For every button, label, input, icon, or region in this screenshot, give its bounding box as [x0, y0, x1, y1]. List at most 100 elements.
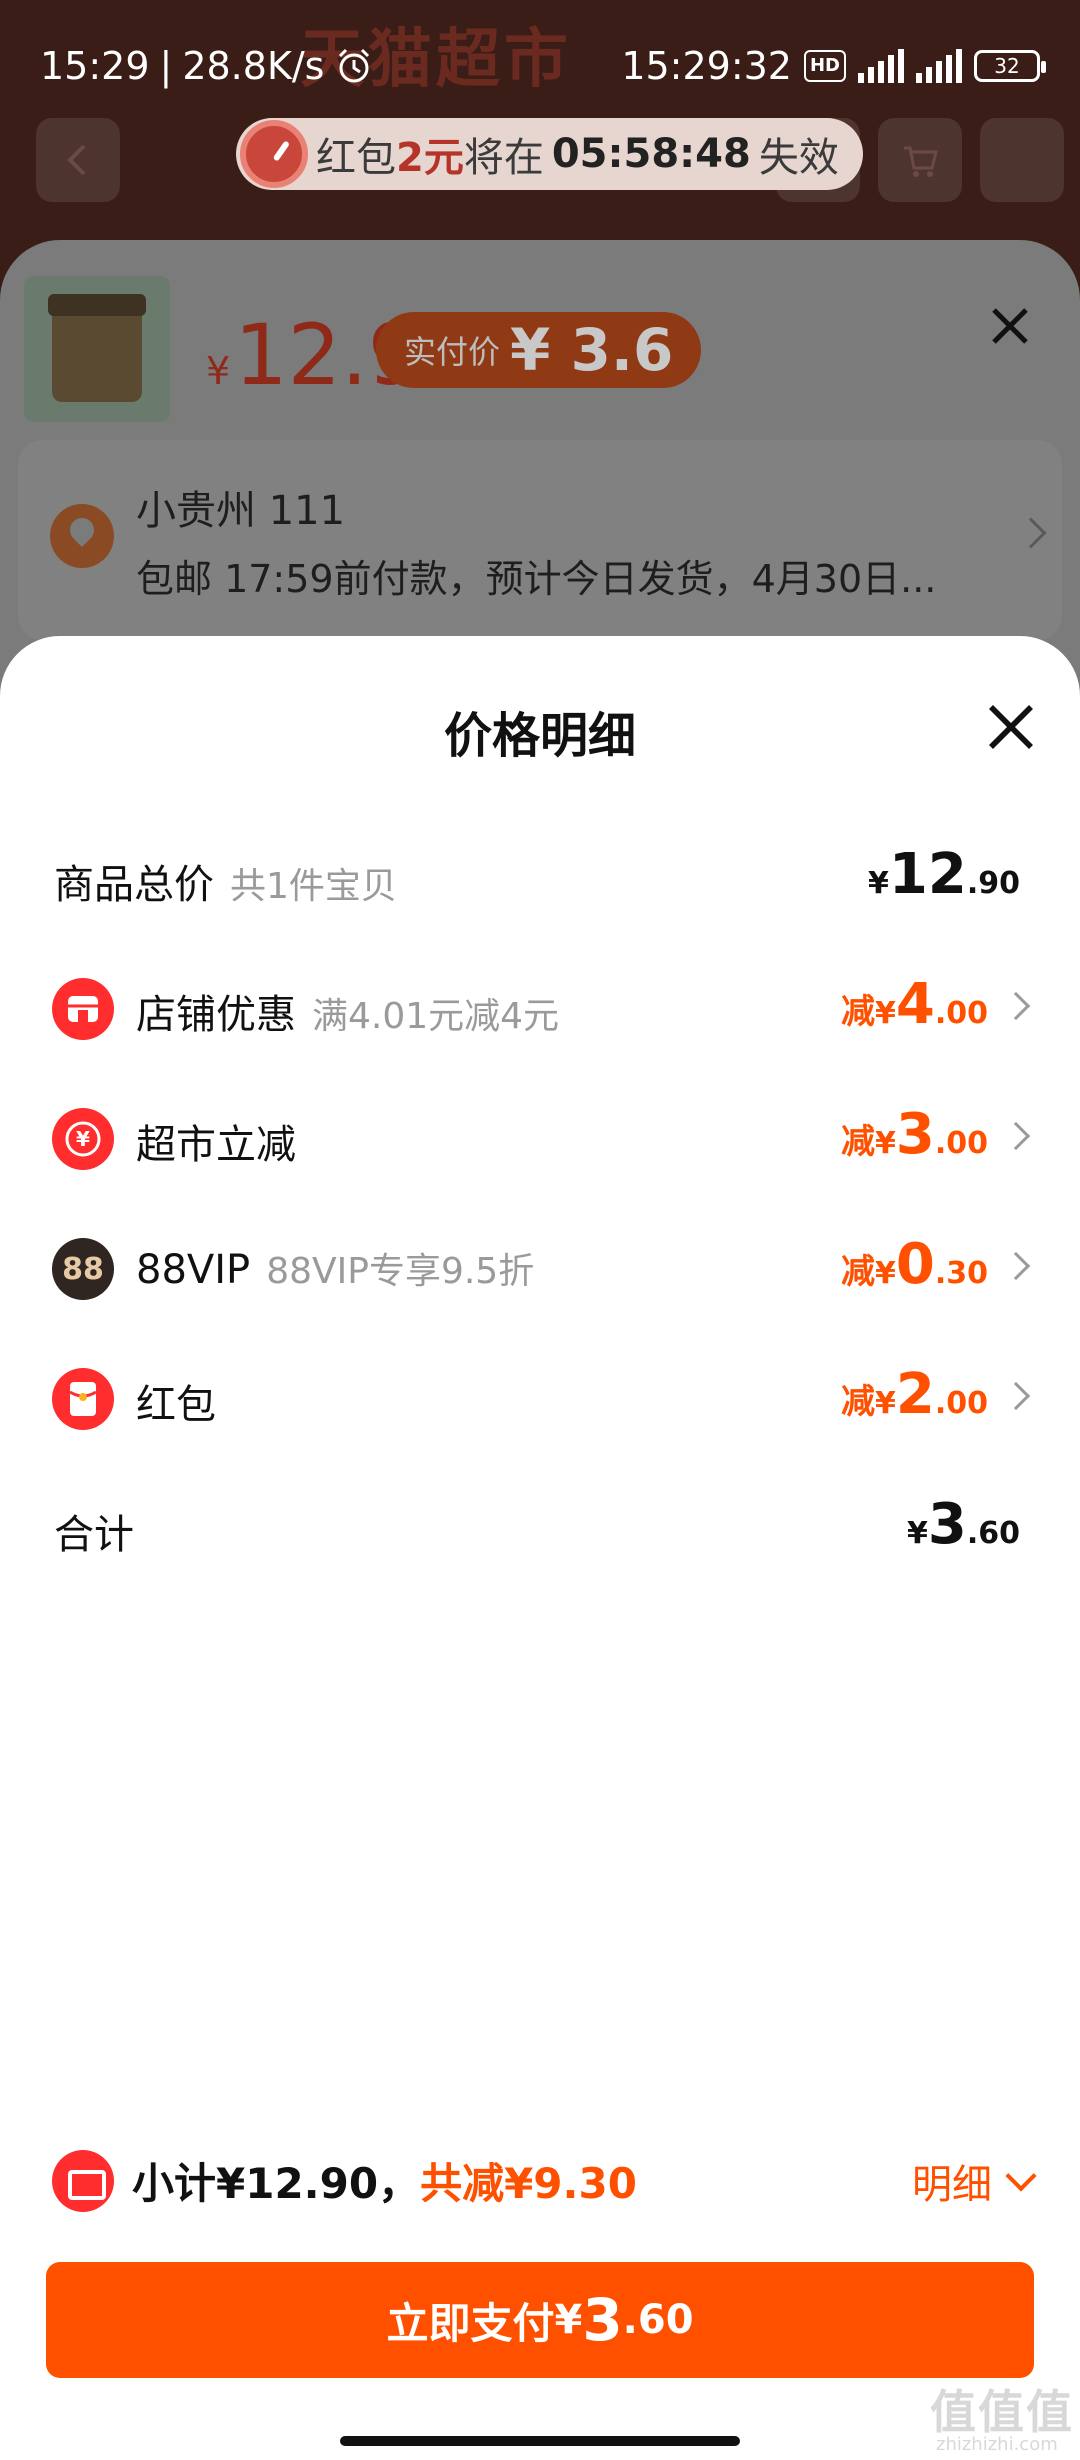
close-icon[interactable] [986, 702, 1036, 752]
row-label-text: 店铺优惠 [136, 992, 296, 1038]
sheet-title: 价格明细 [443, 708, 636, 764]
detail-toggle-button[interactable]: 明细 [912, 2152, 1037, 2210]
pay-button-dec: .60 [622, 2297, 694, 2343]
row-sub-text: 88VIP专享9.5折 [266, 1251, 535, 1292]
red-envelope-row[interactable]: 红包 减 ¥ 2 .00 [0, 1358, 1080, 1438]
product-jar-image [48, 294, 146, 402]
vip-discount-row[interactable]: 88 88VIP 88VIP专享9.5折 减 ¥ 0 .30 [0, 1228, 1080, 1308]
signal-2-icon [916, 49, 962, 83]
subtotal-bar: 小计¥12.90， 共减¥9.30 明细 [0, 2140, 1080, 2220]
product-thumbnail[interactable] [24, 276, 170, 422]
red-envelope-icon [52, 1368, 114, 1430]
back-button[interactable] [36, 118, 120, 202]
goods-total-row: 商品总价 共1件宝贝 ¥ 12 .90 [0, 838, 1080, 918]
vip-88-text: 88 [62, 1251, 104, 1287]
pay-button-label: 立即支付 [386, 2298, 555, 2348]
signal-icon [858, 49, 904, 83]
amount-int: 3 [895, 1102, 935, 1167]
pay-now-button[interactable]: 立即支付 ¥ 3 .60 [46, 2262, 1034, 2378]
alarm-clock-icon [240, 120, 308, 188]
store-icon [52, 978, 114, 1040]
redpack-suffix: 失效 [758, 135, 839, 181]
status-left: 15:29 | 28.8K/s [40, 44, 374, 88]
amount-dec: .90 [966, 866, 1020, 901]
chevron-down-icon [1005, 2160, 1037, 2192]
row-label: 红包 [136, 1372, 216, 1430]
close-icon[interactable] [990, 306, 1030, 346]
amount-int: 2 [895, 1362, 935, 1427]
row-amount: 减 ¥ 3 .00 [841, 1102, 988, 1167]
status-bar: 15:29 | 28.8K/s 15:29:32 HD 32 [0, 0, 1080, 130]
chevron-right-icon [1015, 517, 1047, 549]
amount-prefix: 减 [841, 1122, 875, 1162]
chevron-right-icon [1001, 1381, 1031, 1411]
amount-dec: .60 [966, 1516, 1020, 1551]
row-label: 商品总价 共1件宝贝 [54, 852, 397, 910]
cart-icon [904, 146, 938, 177]
chevron-right-icon [1001, 1251, 1031, 1281]
row-label-text: 88VIP [136, 1247, 251, 1293]
hd-voice-icon: HD [803, 50, 846, 82]
amount-prefix: 减 [841, 1382, 875, 1422]
amount-prefix: 减 [841, 992, 875, 1032]
redpack-amount: 2元 [396, 135, 464, 181]
watermark-logo: 值值值 [930, 2385, 1074, 2439]
actual-pay-value: ¥ 3.6 [510, 316, 674, 384]
row-amount: 减 ¥ 2 .00 [841, 1362, 988, 1427]
row-amount: 减 ¥ 0 .30 [841, 1232, 988, 1297]
chevron-right-icon [1001, 1121, 1031, 1151]
countdown-timer: 05:58:48 [551, 131, 751, 177]
total-discount-label: 共减¥9.30 [420, 2159, 637, 2208]
home-indicator[interactable] [340, 2436, 740, 2446]
amount-int: 4 [895, 972, 935, 1037]
status-right: 15:29:32 HD 32 [621, 44, 1046, 88]
delivery-info: 包邮 17:59前付款，预计今日发货，4月30日... [136, 557, 937, 601]
alarm-icon [339, 48, 370, 83]
amount-currency: ¥ [875, 996, 896, 1031]
yuan-refund-icon: ¥ [52, 1108, 114, 1170]
subtotal-text: 小计¥12.90， 共减¥9.30 [132, 2150, 637, 2211]
redpack-prefix: 红包 [316, 135, 396, 181]
row-amount: ¥ 3 .60 [907, 1492, 1020, 1557]
detail-toggle-label: 明细 [912, 2162, 992, 2208]
pay-button-currency: ¥ [554, 2297, 583, 2343]
pay-button-int: 3 [582, 2286, 623, 2354]
row-sub-text: 共1件宝贝 [230, 866, 397, 907]
location-pin-icon [50, 504, 114, 568]
amount-int: 12 [888, 842, 967, 907]
yuan-glyph: ¥ [76, 1127, 90, 1151]
coupon-ticket-icon [52, 2150, 114, 2212]
amount-currency: ¥ [868, 866, 889, 901]
row-amount: 减 ¥ 4 .00 [841, 972, 988, 1037]
row-label-text: 商品总价 [54, 862, 214, 908]
store-discount-row[interactable]: 店铺优惠 满4.01元减4元 减 ¥ 4 .00 [0, 968, 1080, 1048]
cart-button[interactable] [878, 118, 962, 202]
address-card[interactable]: 小贵州 111 包邮 17:59前付款，预计今日发货，4月30日... [18, 440, 1062, 640]
amount-dec: .00 [934, 1386, 988, 1421]
amount-currency: ¥ [875, 1256, 896, 1291]
amount-prefix: 减 [841, 1252, 875, 1292]
vip-88-icon: 88 [52, 1238, 114, 1300]
status-divider: | [159, 44, 173, 88]
actual-pay-badge: 实付价 ¥ 3.6 [376, 312, 702, 388]
row-sub-text: 满4.01元减4元 [312, 996, 560, 1037]
watermark-url: zhizhizhi.com [936, 2434, 1058, 2455]
supermarket-discount-row[interactable]: ¥ 超市立减 减 ¥ 3 .00 [0, 1098, 1080, 1178]
subtotal-label: 小计¥12.90， [132, 2159, 421, 2208]
amount-currency: ¥ [875, 1126, 896, 1161]
chevron-right-icon [1001, 991, 1031, 1021]
redpack-mid: 将在 [463, 135, 544, 181]
more-button[interactable] [980, 118, 1064, 202]
row-label: 店铺优惠 满4.01元减4元 [136, 982, 559, 1040]
address-name: 小贵州 111 [136, 488, 346, 534]
row-label: 88VIP 88VIP专享9.5折 [136, 1242, 534, 1294]
row-amount: ¥ 12 .90 [868, 842, 1020, 907]
amount-int: 3 [927, 1492, 967, 1557]
amount-currency: ¥ [875, 1386, 896, 1421]
redpack-expiry-banner: 红包 2元 将在 05:58:48 失效 [236, 118, 863, 190]
net-speed: 28.8K/s [182, 44, 325, 88]
row-label: 超市立减 [136, 1112, 296, 1170]
total-row: 合计 ¥ 3 .60 [0, 1488, 1080, 1568]
row-label-text: 合计 [54, 1512, 134, 1558]
row-label-text: 红包 [136, 1382, 216, 1428]
